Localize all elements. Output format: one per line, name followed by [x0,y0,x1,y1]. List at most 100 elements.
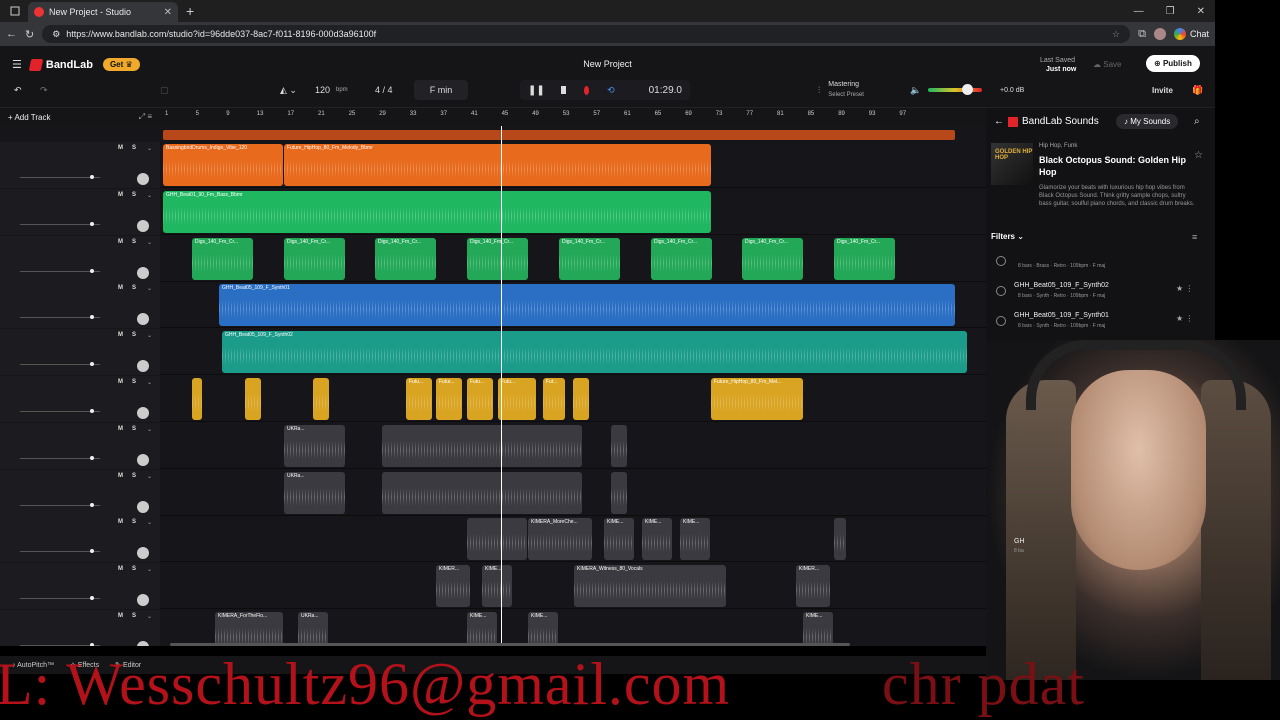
slider-thumb[interactable] [90,455,94,460]
pan-knob[interactable] [137,266,149,279]
url-field[interactable]: ⚙ https://www.bandlab.com/studio?id=96dd… [42,25,1131,43]
track-header[interactable]: M S ⌄ [0,329,160,376]
track-header[interactable]: M S ⌄ [0,376,160,422]
speaker-icon[interactable]: 🔈 [910,80,921,100]
audio-clip[interactable]: Futu... [498,378,536,420]
solo-button[interactable]: S [132,145,136,151]
slider-thumb[interactable] [90,596,94,601]
audio-clip[interactable]: KIME... [642,518,672,561]
favorite-star-icon[interactable]: ☆ [1194,150,1203,161]
mastering-button[interactable]: ⫶ Mastering Select Preset [818,80,864,100]
track-volume-slider[interactable] [20,643,100,646]
volume-knob[interactable] [962,84,973,95]
pan-knob[interactable] [137,219,149,232]
chevron-down-icon[interactable]: ⌄ [147,519,152,526]
chevron-down-icon[interactable]: ⌄ [147,613,152,620]
mute-button[interactable]: M [118,239,123,245]
audio-clip[interactable]: Digs_140_Fm_Cr... [651,237,712,280]
add-track-button[interactable]: + Add Track [8,113,50,122]
track-header[interactable]: M S ⌄ [0,142,160,188]
back-arrow-icon[interactable]: ← [994,116,1004,127]
audio-clip[interactable]: KIME... [528,612,558,646]
slider-thumb[interactable] [90,315,94,320]
track-volume-slider[interactable] [20,502,100,507]
stop-icon[interactable] [560,86,566,94]
track-row[interactable]: M S ⌄ UKRa... [0,422,986,469]
chevron-down-icon[interactable]: ⌄ [147,426,152,433]
solo-button[interactable]: S [132,285,136,291]
chevron-down-icon[interactable]: ⌄ [147,145,152,152]
audio-clip[interactable]: Digs_140_Fm_Cr... [467,237,528,280]
favorite-star-icon[interactable]: ★ ⋮ [1176,284,1193,293]
track-row[interactable]: M S ⌄ GHH_Beat05_109_F_Synth02 [0,329,986,376]
pan-knob[interactable] [137,594,149,607]
audio-clip[interactable]: GHH_Beat05_109_F_Synth01 [219,284,955,327]
play-preview-icon[interactable] [996,286,1006,296]
solo-button[interactable]: S [132,192,136,198]
reload-icon[interactable]: ↻ [25,28,34,41]
browser-tab[interactable]: New Project - Studio ✕ [28,2,178,22]
loop-icon[interactable]: ⟲ [607,85,615,96]
audio-clip[interactable]: GHH_Beat01_90_Fm_Bass_Bbmr [163,190,711,233]
track-volume-slider[interactable] [20,549,100,554]
track-row[interactable]: M S ⌄ KIMERA_ForTheFlo... UKRa... KIME... KIME… [0,610,986,646]
audio-clip[interactable]: Digs_140_Fm_Cr... [559,237,620,280]
chevron-down-icon[interactable]: ⌄ [147,566,152,573]
track-header[interactable]: M S ⌄ [0,469,160,516]
record-icon[interactable] [583,85,590,95]
track-volume-slider[interactable] [20,315,100,320]
pan-knob[interactable] [137,547,149,560]
chevron-down-icon[interactable]: ⌄ [147,379,152,386]
pack-cover[interactable]: GOLDEN HIP HOP [991,143,1033,185]
chevron-down-icon[interactable]: ⌄ [147,473,152,480]
master-volume-slider[interactable] [928,80,984,100]
track-row[interactable]: M S ⌄ Futu... Futur... Futu... Futu... Fut... Fu… [0,376,986,422]
audio-clip[interactable]: KIME... [803,612,833,646]
audio-clip[interactable]: KIME... [482,565,512,608]
mute-button[interactable]: M [118,566,123,572]
slider-thumb[interactable] [90,175,94,179]
track-volume-slider[interactable] [20,596,100,601]
pan-knob[interactable] [137,453,149,466]
solo-button[interactable]: S [132,239,136,245]
my-sounds-button[interactable]: ♪ My Sounds [1116,114,1179,129]
audio-clip[interactable]: Digs_140_Fm_Cr... [834,237,895,280]
pan-knob[interactable] [137,360,149,373]
slider-thumb[interactable] [90,268,94,273]
audio-clip[interactable] [611,471,627,514]
pan-knob[interactable] [137,500,149,513]
audio-clip[interactable]: UKRa... [284,424,345,467]
track-volume-slider[interactable] [20,175,100,179]
profile-avatar[interactable] [1153,28,1166,40]
automation-icon[interactable]: ⤢ ≡ [139,112,152,122]
sort-icon[interactable]: ≡ [1192,232,1197,242]
audio-clip[interactable]: KIMERA_ForTheFlo... [215,612,283,646]
invite-button[interactable]: Invite [1152,80,1173,100]
solo-button[interactable]: S [132,613,136,619]
slider-thumb[interactable] [90,221,94,226]
audio-clip[interactable]: UKRa... [298,612,328,646]
mute-button[interactable]: M [118,285,123,291]
maximize-icon[interactable]: ❐ [1166,6,1175,17]
chevron-down-icon[interactable]: ⌄ [147,239,152,246]
pack-title[interactable]: Black Octopus Sound: Golden Hip Hop [1039,154,1189,178]
sound-list-item[interactable]: 8 bars · Brass · Retro · 109bpm · F maj [986,250,1215,280]
audio-clip[interactable]: Digs_140_Fm_Cr... [284,237,345,280]
minimize-icon[interactable]: — [1134,6,1144,17]
audio-clip[interactable]: Futu... [406,378,432,420]
tool-icon[interactable]: ▢ [160,80,169,100]
audio-clip[interactable] [573,378,589,420]
extensions-icon[interactable]: ⧉ [1138,28,1146,41]
sound-list-item[interactable]: GHH_Beat05_109_F_Synth01 8 bars · Synth ·… [986,310,1215,340]
site-info-icon[interactable]: ⚙ [52,29,60,40]
audio-clip[interactable]: GHH_Beat05_109_F_Synth02 [222,331,967,374]
track-volume-slider[interactable] [20,455,100,460]
audio-clip[interactable]: KIMERA_Witness_80_Vocals [574,565,726,608]
audio-clip[interactable]: KIMERA_MoreChe... [528,518,592,561]
mute-button[interactable]: M [118,426,123,432]
audio-clip[interactable]: Futu... [467,378,493,420]
save-button[interactable]: ☁ Save [1093,60,1121,69]
key-selector[interactable]: F min [414,80,468,100]
track-header[interactable]: M S ⌄ [0,188,160,235]
track-row[interactable]: M S ⌄ GHH_Beat05_109_F_Synth01 [0,282,986,329]
